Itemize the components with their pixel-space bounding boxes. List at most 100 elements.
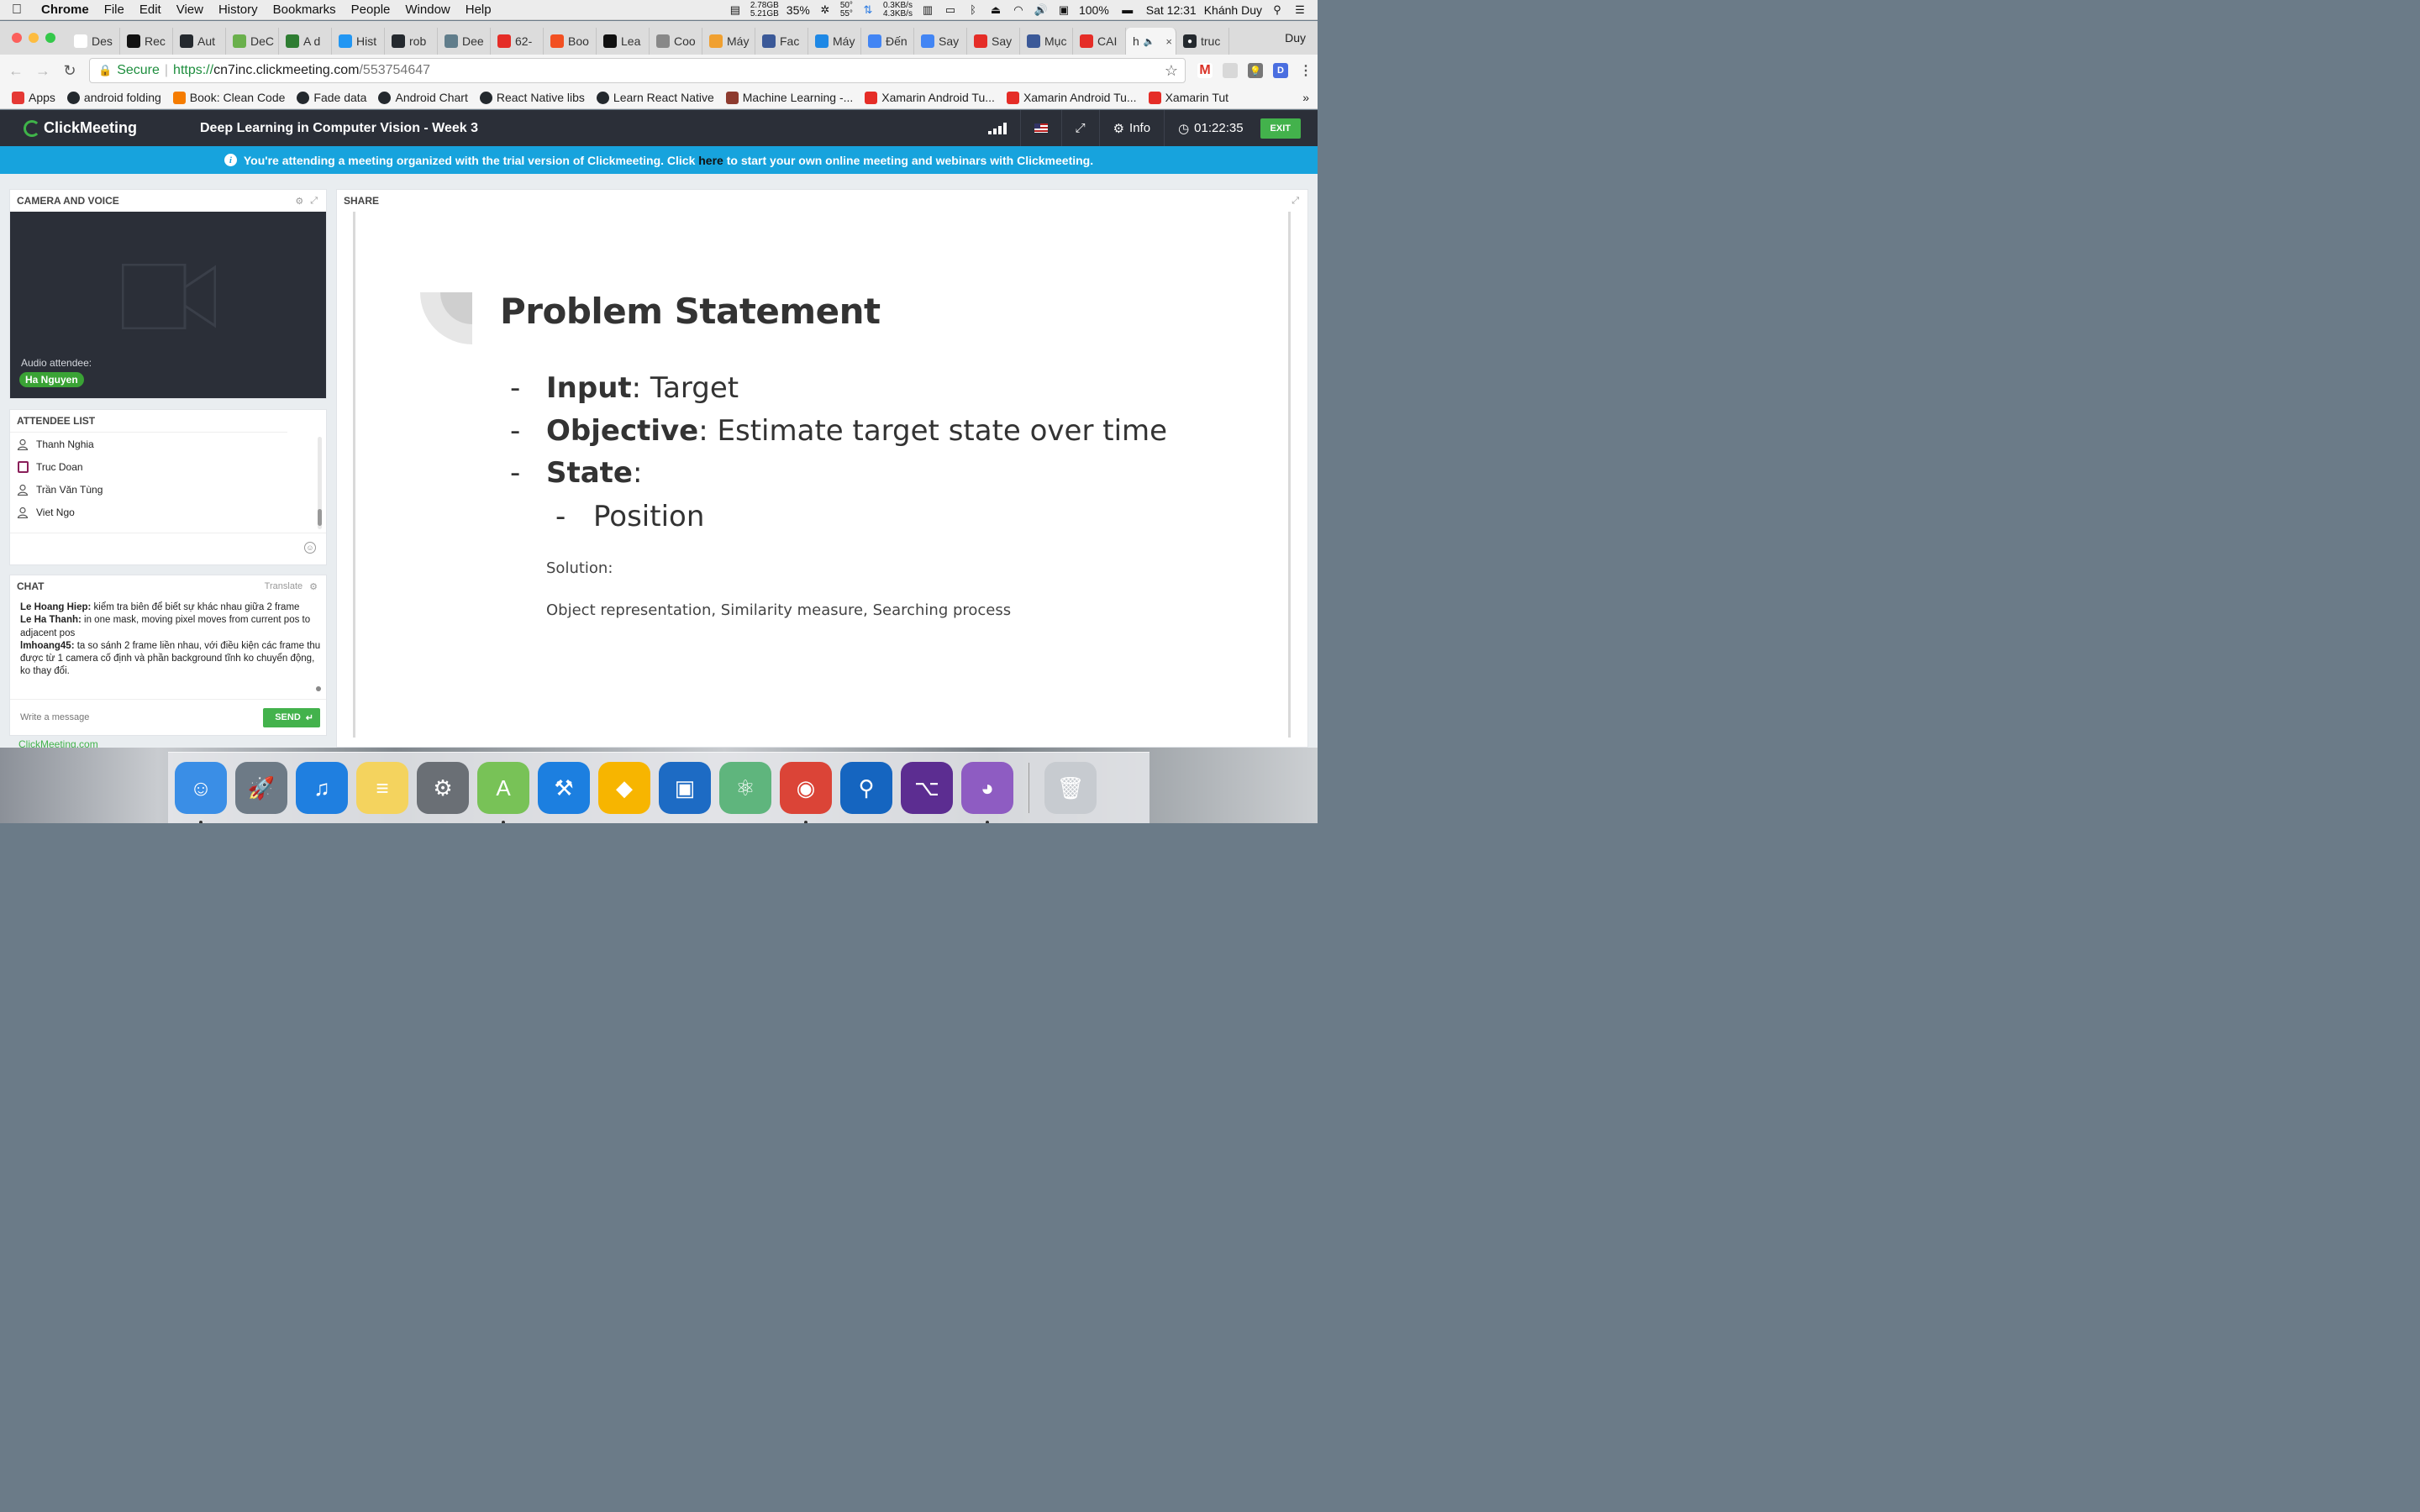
lightbulb-icon[interactable]: 💡	[1248, 63, 1263, 78]
menu-app-name[interactable]: Chrome	[34, 3, 97, 17]
menu-file[interactable]: File	[97, 3, 132, 17]
reload-icon[interactable]: ↻	[62, 62, 77, 80]
info-button[interactable]: ⚙ Info	[1098, 110, 1164, 146]
launchpad-icon[interactable]: 🚀	[235, 762, 287, 814]
memory-icon[interactable]: ▤	[728, 3, 743, 16]
tab-18[interactable]: Mục	[1020, 28, 1073, 55]
spotlight-search-icon[interactable]: ⚲	[1270, 3, 1285, 16]
menu-window[interactable]: Window	[397, 3, 457, 17]
github-desktop-icon[interactable]: ◕	[961, 762, 1013, 823]
tab-7[interactable]: Dee	[438, 28, 491, 55]
bookmark-star-icon[interactable]: ☆	[1165, 62, 1185, 80]
zoom-window-button[interactable]	[45, 33, 55, 43]
scrollbar[interactable]	[318, 437, 322, 529]
menu-edit[interactable]: Edit	[132, 3, 169, 17]
tab-15[interactable]: Đến	[861, 28, 914, 55]
tab-last[interactable]: ● truc	[1176, 28, 1229, 55]
send-button[interactable]: SEND ↵	[263, 707, 320, 727]
android-studio-icon[interactable]: A	[477, 762, 529, 823]
tab-2[interactable]: Aut	[173, 28, 226, 55]
bookmark-6[interactable]: Learn React Native	[596, 91, 714, 104]
sourcetree-icon[interactable]: ⚲	[840, 762, 892, 814]
chat-input[interactable]	[20, 712, 264, 722]
itunes-icon[interactable]: ♫	[296, 762, 348, 814]
memory-stats[interactable]: 2.78GB 5.21GB	[750, 1, 779, 18]
battery-icon[interactable]: ▬	[1117, 3, 1139, 16]
volume-icon[interactable]: 🔊	[1034, 3, 1049, 16]
tab-9[interactable]: Boo	[544, 28, 597, 55]
menu-people[interactable]: People	[344, 3, 398, 17]
d-extension-icon[interactable]: D	[1273, 63, 1288, 78]
emoji-icon[interactable]: ☺	[304, 542, 316, 554]
sketch-icon[interactable]: ◆	[598, 762, 650, 814]
new-tab-button[interactable]	[1229, 28, 1266, 55]
bookmark-4[interactable]: Android Chart	[378, 91, 468, 104]
extension-icon[interactable]	[1223, 63, 1238, 78]
tab-6[interactable]: rob	[385, 28, 438, 55]
tab-0[interactable]: Des	[67, 28, 120, 55]
bookmark-1[interactable]: android folding	[66, 91, 161, 104]
wifi-icon[interactable]: ◠	[1011, 3, 1026, 16]
fullscreen-button[interactable]: ⤢	[1060, 110, 1099, 146]
more-bookmarks-icon[interactable]: »	[1302, 91, 1318, 104]
chrome-icon[interactable]: ◉	[780, 762, 832, 823]
forward-icon[interactable]: →	[35, 62, 50, 80]
attendee-row[interactable]: Thanh Nghia	[10, 433, 287, 455]
expand-icon[interactable]: ⤢	[310, 196, 318, 207]
tab-16[interactable]: Say	[914, 28, 967, 55]
close-window-button[interactable]	[12, 33, 22, 43]
bookmark-2[interactable]: Book: Clean Code	[172, 91, 285, 104]
back-icon[interactable]: ←	[8, 62, 24, 80]
visual-studio-icon[interactable]: ⌥	[901, 762, 953, 814]
apple-menu-icon[interactable]: 	[0, 3, 34, 18]
lock-icon[interactable]: 🔒	[98, 64, 112, 77]
tab-11[interactable]: Coo	[650, 28, 702, 55]
user-name[interactable]: Khánh Duy	[1204, 3, 1262, 17]
bluetooth-icon[interactable]: ᛒ	[965, 3, 981, 16]
battery-percent[interactable]: 100%	[1079, 3, 1109, 17]
bookmark-9[interactable]: Xamarin Android Tu...	[1006, 91, 1137, 104]
profile-name[interactable]: Duy	[1285, 31, 1318, 55]
menu-help[interactable]: Help	[458, 3, 499, 17]
bookmark-3[interactable]: Fade data	[297, 91, 366, 104]
tab-14[interactable]: Máy	[808, 28, 861, 55]
bookmark-7[interactable]: Machine Learning -...	[725, 91, 853, 104]
gmail-icon[interactable]: M	[1197, 63, 1213, 78]
notification-center-icon[interactable]: ☰	[1292, 3, 1307, 16]
input-source-icon[interactable]: ▣	[1056, 3, 1071, 16]
scroll-indicator[interactable]	[316, 686, 321, 691]
tab-17[interactable]: Say	[967, 28, 1020, 55]
bookmark-5[interactable]: React Native libs	[479, 91, 585, 104]
translate-button[interactable]: Translate	[265, 581, 302, 591]
chrome-menu-icon[interactable]: ⋮	[1298, 63, 1313, 78]
clock[interactable]: Sat 12:31	[1146, 3, 1197, 17]
menu-view[interactable]: View	[169, 3, 211, 17]
cpu-usage[interactable]: 35%	[786, 3, 810, 17]
airplay-icon[interactable]: ⏏	[988, 3, 1003, 16]
address-bar[interactable]: 🔒 Secure | https://cn7inc.clickmeeting.c…	[89, 58, 1186, 83]
banner-link[interactable]: here	[698, 154, 723, 167]
display-icon[interactable]: ▭	[943, 3, 958, 16]
tab-12[interactable]: Máy	[702, 28, 755, 55]
tab-10[interactable]: Lea	[597, 28, 650, 55]
menu-history[interactable]: History	[211, 3, 266, 17]
connection-quality[interactable]	[975, 110, 1020, 146]
tab-3[interactable]: DeC	[226, 28, 279, 55]
atom-icon[interactable]: ⚛	[719, 762, 771, 814]
tab-19[interactable]: CAI	[1073, 28, 1126, 55]
tab-13[interactable]: Fac	[755, 28, 808, 55]
minimize-window-button[interactable]	[29, 33, 39, 43]
system-preferences-icon[interactable]: ⚙	[417, 762, 469, 814]
tab-8[interactable]: 62-	[491, 28, 544, 55]
tab-5[interactable]: Hist	[332, 28, 385, 55]
bookmark-8[interactable]: Xamarin Android Tu...	[865, 91, 995, 104]
vmware-icon[interactable]: ▣	[659, 762, 711, 814]
menu-bookmarks[interactable]: Bookmarks	[266, 3, 344, 17]
finder-icon[interactable]: ☺	[175, 762, 227, 823]
attendee-row[interactable]: Viet Ngo	[10, 501, 287, 523]
xcode-icon[interactable]: ⚒	[538, 762, 590, 814]
attendee-row[interactable]: Truc Doan	[10, 455, 287, 478]
settings-icon[interactable]: ⚙	[295, 196, 303, 207]
attendee-row[interactable]: Trần Văn Tùng	[10, 478, 287, 501]
bookmark-10[interactable]: Xamarin Tut	[1148, 91, 1228, 104]
